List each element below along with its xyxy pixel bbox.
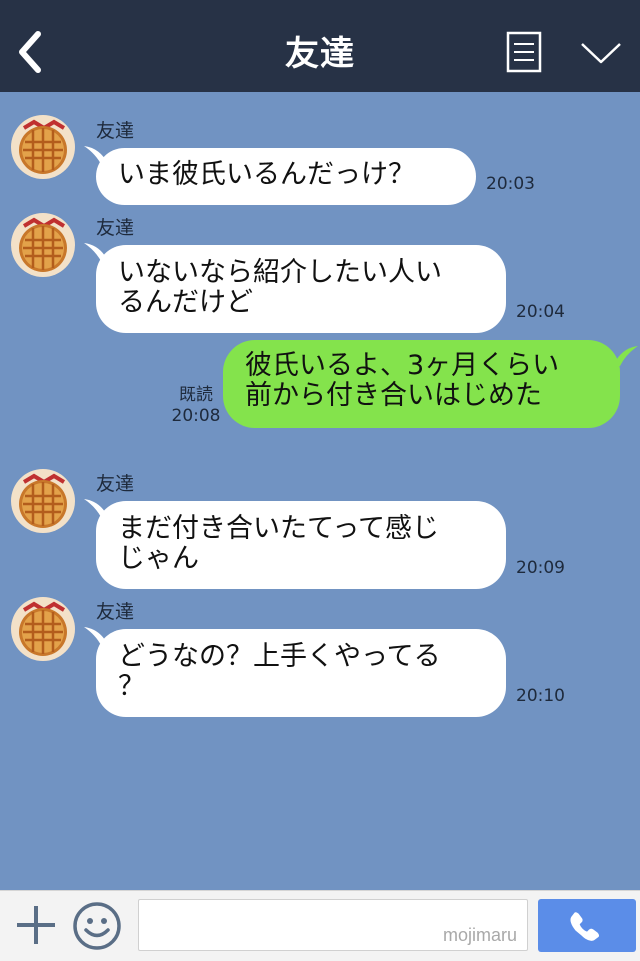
smiley-icon (73, 902, 121, 950)
message-input[interactable]: mojimaru (138, 899, 528, 951)
sender-name: 友達 (96, 473, 135, 495)
menu-list-icon (506, 31, 542, 73)
message-bubble[interactable]: いないなら紹介したい人い るんだけど (96, 245, 506, 333)
avatar[interactable] (10, 114, 76, 180)
message-bubble[interactable]: 彼氏いるよ、3ヶ月くらい 前から付き合いはじめた (223, 340, 620, 428)
message-time: 20:10 (516, 686, 565, 706)
plus-icon (17, 906, 55, 944)
add-button[interactable] (14, 903, 58, 947)
sender-name: 友達 (96, 601, 135, 623)
input-bar: mojimaru (0, 890, 640, 961)
message-time: 20:03 (486, 174, 535, 194)
avatar[interactable] (10, 596, 76, 662)
avatar[interactable] (10, 212, 76, 278)
message-time: 20:09 (516, 558, 565, 578)
chat-area[interactable]: 友達 いま彼氏いるんだっけ？ 20:03 友達 いないなら紹介したい人い るんだ… (0, 92, 640, 890)
chevron-down-icon (581, 43, 621, 64)
phone-icon (570, 912, 600, 941)
sender-name: 友達 (96, 120, 135, 142)
message-bubble[interactable]: いま彼氏いるんだっけ？ (96, 148, 476, 205)
chat-header: 友達 (0, 0, 640, 92)
message-time: 20:08 (171, 406, 221, 426)
message-bubble[interactable]: どうなの？上手くやってる ？ (96, 629, 506, 717)
bubble-tail (612, 346, 638, 366)
message-bubble[interactable]: まだ付き合いたてって感じ じゃん (96, 501, 506, 589)
collapse-button[interactable] (578, 36, 624, 70)
avatar[interactable] (10, 468, 76, 534)
read-label: 既読 (179, 385, 213, 405)
message-time: 20:04 (516, 302, 565, 322)
watermark-text: mojimaru (442, 925, 517, 945)
call-button[interactable] (538, 899, 636, 952)
chat-title: 友達 (285, 34, 355, 74)
menu-button[interactable] (506, 31, 542, 73)
sender-name: 友達 (96, 217, 135, 239)
emoji-button[interactable] (72, 901, 122, 951)
read-receipt: 既読 20:08 (166, 385, 226, 427)
